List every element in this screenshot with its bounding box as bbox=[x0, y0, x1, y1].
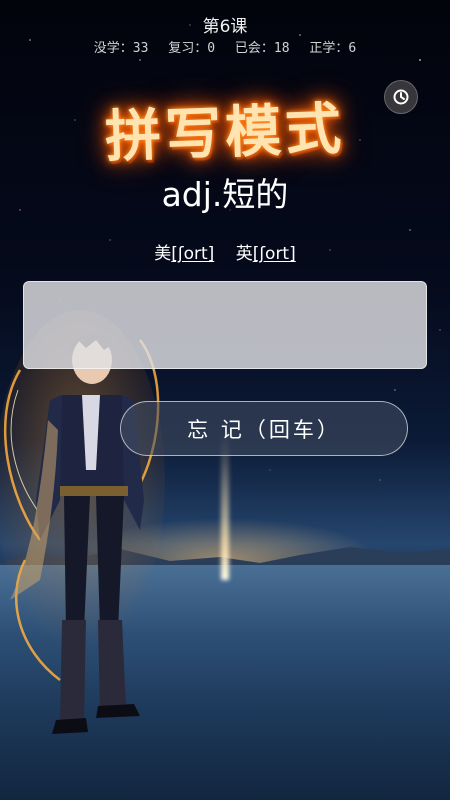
header: 第6课 没学：33 复习：0 已会：18 正学：6 bbox=[0, 16, 450, 58]
phonetic-uk-label: 英 bbox=[235, 244, 253, 264]
phonetic-us[interactable]: 美[ʃort] bbox=[154, 242, 214, 266]
forget-button[interactable]: 忘 记（回车） bbox=[120, 401, 408, 456]
phonetic-uk[interactable]: 英[ʃort] bbox=[236, 242, 296, 266]
mode-title-text: 拼写模式 bbox=[104, 95, 347, 170]
progress-stats: 没学：33 复习：0 已会：18 正学：6 bbox=[0, 40, 450, 58]
stat-review: 复习：0 bbox=[168, 41, 216, 56]
word-meaning: adj.短的 bbox=[161, 175, 289, 214]
history-icon bbox=[393, 89, 409, 105]
phonetic-us-ipa: [ʃort] bbox=[171, 244, 215, 264]
stat-known: 已会：18 bbox=[234, 41, 290, 56]
mode-title: 拼写模式 bbox=[60, 88, 390, 169]
phonetics: 美[ʃort] 英[ʃort] bbox=[0, 242, 450, 266]
stat-learning: 正学：6 bbox=[309, 41, 357, 56]
stat-unlearned: 没学：33 bbox=[93, 41, 149, 56]
phonetic-uk-ipa: [ʃort] bbox=[252, 244, 296, 264]
phonetic-us-label: 美 bbox=[154, 244, 172, 264]
spelling-input[interactable] bbox=[23, 281, 427, 369]
lesson-title: 第6课 bbox=[202, 17, 248, 37]
